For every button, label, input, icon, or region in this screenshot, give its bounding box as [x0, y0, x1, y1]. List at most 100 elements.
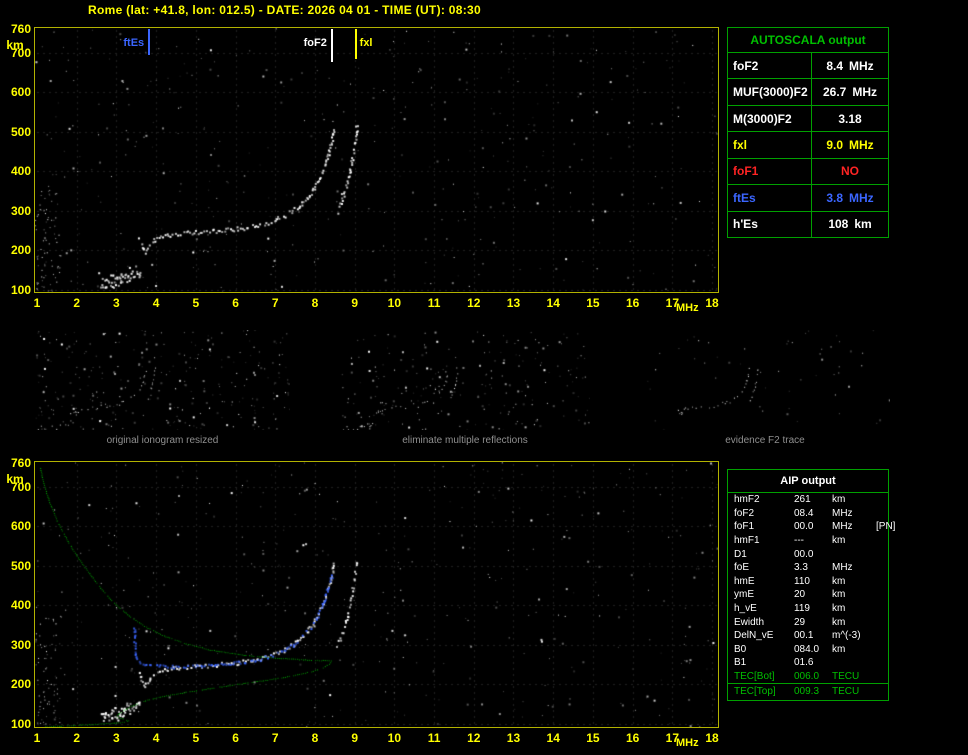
top-ionogram-plot	[34, 27, 719, 293]
x-tick-label: 9	[351, 731, 358, 745]
x-tick-label: 7	[271, 731, 279, 745]
autoscala-row-label: h'Es	[728, 211, 812, 237]
x-tick-label: 2	[73, 296, 81, 310]
marker-line-foF2	[330, 29, 333, 62]
aip-row-unit: km	[832, 603, 846, 615]
autoscala-row-label: ftEs	[728, 185, 812, 211]
marker-line-ftEs	[148, 29, 151, 55]
aip-row-value: 006.0	[794, 671, 820, 683]
aip-row-value: 00.0	[794, 521, 814, 533]
aip-row-name: hmE	[734, 575, 755, 587]
autoscala-row-value: 9.0 MHz	[826, 137, 874, 152]
x-tick-label: 1	[33, 731, 41, 745]
y-tick-label: 200	[10, 677, 31, 692]
aip-row-ymE: ymE 20 km	[728, 588, 888, 602]
autoscala-row-fxl: fxl 9.0 MHz	[728, 131, 888, 158]
aip-row-name: B1	[734, 657, 747, 669]
x-tick-label: 12	[467, 296, 481, 310]
x-tick-label: 8	[311, 731, 319, 745]
x-tick-label: 11	[427, 296, 441, 310]
aip-row-name: ymE	[734, 589, 754, 601]
marker-label-foF2: foF2	[303, 37, 327, 49]
aip-row-value: 084.0	[794, 643, 820, 655]
thumbnail-caption-f2trace: evidence F2 trace	[725, 435, 805, 446]
x-tick-label: 5	[192, 731, 200, 745]
bottom-ionogram-canvas	[35, 462, 718, 727]
x-tick-label: 10	[387, 296, 402, 310]
autoscala-row-value: 108 km	[828, 217, 872, 232]
x-tick-label: 3	[113, 731, 120, 745]
aip-row-name: D1	[734, 548, 747, 560]
y-axis-unit-label: km	[6, 472, 24, 487]
aip-row-value: 29	[794, 616, 806, 628]
aip-row-unit: m^(-3)	[832, 630, 861, 642]
x-axis-unit-label: MHz	[676, 737, 699, 749]
autoscala-panel-title: AUTOSCALA output	[728, 28, 888, 53]
aip-row-foF2: foF2 08.4 MHz	[728, 507, 888, 521]
autoscala-row-foF2: foF2 8.4 MHz	[728, 53, 888, 79]
aip-row-h_vE: h_vE 119 km	[728, 602, 888, 616]
aip-row-value: 261	[794, 494, 811, 506]
aip-row-D1: D1 00.0	[728, 547, 888, 561]
x-tick-label: 18	[705, 731, 719, 745]
aip-row-name: hmF1	[734, 535, 760, 547]
y-tick-label: 500	[10, 124, 31, 139]
x-tick-label: 11	[427, 731, 441, 745]
autoscala-row-value: 8.4 MHz	[826, 58, 874, 73]
x-tick-label: 15	[586, 731, 600, 745]
y-tick-label: 200	[10, 243, 31, 258]
aip-row-name: TEC[Bot]	[734, 671, 775, 683]
x-axis-unit-label: MHz	[676, 302, 699, 314]
aip-row-value: 00.0	[794, 548, 814, 560]
x-tick-label: 6	[232, 731, 239, 745]
aip-row-unit: km	[832, 494, 846, 506]
y-axis-unit-label: km	[6, 37, 24, 52]
aip-row-unit: km	[832, 643, 846, 655]
thumbnail-evidence-f2-trace	[640, 330, 890, 430]
aip-row-hmF1: hmF1 --- km	[728, 534, 888, 548]
x-tick-label: 15	[586, 296, 600, 310]
x-tick-label: 4	[152, 296, 160, 310]
autoscala-row-label: M(3000)F2	[728, 105, 812, 132]
autoscala-row-value: 3.8 MHz	[826, 190, 874, 205]
thumbnail-caption-reflections: eliminate multiple reflections	[402, 435, 528, 446]
aip-row-unit: km	[832, 535, 846, 547]
x-tick-label: 3	[113, 296, 120, 310]
aip-row-unit: TECU	[832, 685, 860, 697]
autoscala-row-h'Es: h'Es 108 km	[728, 210, 888, 237]
aip-row-value: 119	[794, 603, 810, 615]
thumbnail-original-ionogram	[35, 330, 290, 430]
x-tick-label: 9	[351, 296, 358, 310]
x-tick-label: 5	[192, 296, 200, 310]
y-tick-label: 100	[10, 283, 31, 298]
aip-row-unit: km	[832, 575, 846, 587]
thumbnail-eliminate-reflections	[340, 330, 590, 430]
autoscala-row-value: NO	[841, 164, 859, 179]
aip-row-B0: B0 084.0 km	[728, 643, 888, 657]
x-tick-label: 13	[506, 731, 521, 745]
y-tick-label: 400	[10, 164, 31, 179]
y-tick-label: 500	[10, 558, 31, 573]
autoscala-row-value: 3.18	[838, 111, 862, 126]
x-tick-label: 18	[705, 296, 719, 310]
aip-row-TEC[Bot]: TEC[Bot] 006.0 TECU	[728, 670, 888, 685]
bottom-ionogram-plot	[34, 461, 719, 728]
aip-row-name: TEC[Top]	[734, 685, 776, 697]
y-tick-label: 600	[10, 85, 31, 100]
autoscala-row-label: MUF(3000)F2	[728, 79, 812, 105]
x-tick-label: 14	[546, 731, 560, 745]
x-tick-label: 12	[467, 731, 481, 745]
marker-label-fxl: fxl	[359, 37, 373, 49]
aip-row-Ewidth: Ewidth 29 km	[728, 615, 888, 629]
aip-output-panel: AIP output hmF2 261 km foF2 08.4 MHz foF1 00.0 M…	[727, 469, 895, 701]
aip-row-unit: TECU	[832, 671, 860, 683]
aip-row-foE: foE 3.3 MHz	[728, 561, 888, 575]
aip-row-value: 110	[794, 575, 810, 587]
y-tick-label: 600	[10, 519, 31, 534]
page-title: Rome (lat: +41.8, lon: 012.5) - DATE: 20…	[88, 3, 481, 17]
aip-row-hmF2: hmF2 261 km	[728, 493, 888, 507]
autoscala-row-label: foF2	[728, 53, 812, 79]
aip-row-name: Ewidth	[734, 616, 765, 628]
aip-rows: hmF2 261 km foF2 08.4 MHz foF1 00.0 MHz [PN] hmF1 -…	[728, 493, 895, 698]
aip-row-name: foF1	[734, 521, 755, 533]
